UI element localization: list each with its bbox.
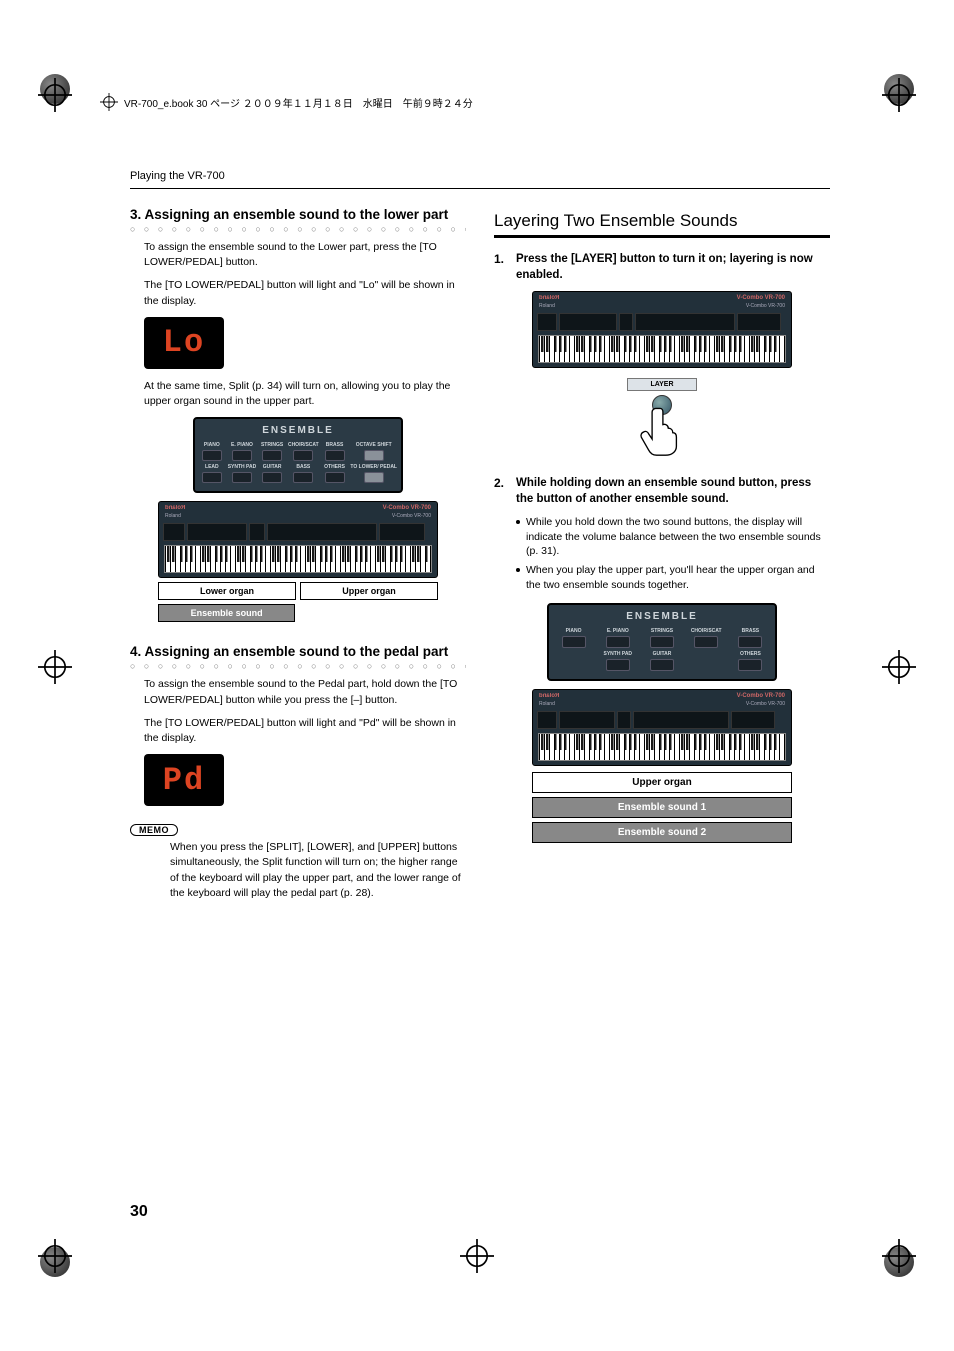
section-rule xyxy=(494,235,830,238)
section-heading: Layering Two Ensemble Sounds xyxy=(494,211,830,231)
dot-rule: ○ ○ ○ ○ ○ ○ ○ ○ ○ ○ ○ ○ ○ ○ ○ ○ ○ ○ ○ ○ … xyxy=(130,224,466,234)
step-number: 2. xyxy=(494,476,508,507)
step-2: 2. While holding down an ensemble sound … xyxy=(494,476,830,507)
left-column: 3. Assigning an ensemble sound to the lo… xyxy=(130,207,466,909)
lower-organ-label: Lower organ xyxy=(158,582,296,600)
paragraph: To assign the ensemble sound to the Peda… xyxy=(144,677,466,707)
registration-mark xyxy=(38,1239,72,1273)
running-head: Playing the VR-700 xyxy=(130,170,830,182)
bullet: When you play the upper part, you'll hea… xyxy=(516,563,830,592)
step4-heading: 4. Assigning an ensemble sound to the pe… xyxy=(130,644,466,659)
model-label: V-Combo VR-700 xyxy=(383,505,431,511)
paragraph: At the same time, Split (p. 34) will tur… xyxy=(144,379,466,409)
segment-text: Lo xyxy=(163,324,205,361)
ensemble-sound-2-label: Ensemble sound 2 xyxy=(532,822,792,843)
ensemble-panel: ENSEMBLE PIANO E. PIANO STRINGS CHOIR/SC… xyxy=(193,417,403,493)
layer-button-label: LAYER xyxy=(627,378,697,391)
header-text: VR-700_e.book 30 ページ ２００９年１１月１８日 水曜日 午前９… xyxy=(124,95,473,110)
page-body: Playing the VR-700 3. Assigning an ensem… xyxy=(130,170,830,909)
ensemble-sound-label: Ensemble sound xyxy=(158,604,295,622)
paragraph: To assign the ensemble sound to the Lowe… xyxy=(144,240,466,270)
step-number: 1. xyxy=(494,252,508,283)
registration-mark xyxy=(882,650,916,684)
memo-text: When you press the [SPLIT], [LOWER], and… xyxy=(170,840,466,901)
page-header: VR-700_e.book 30 ページ ２００９年１１月１８日 水曜日 午前９… xyxy=(100,90,854,114)
step-text: While holding down an ensemble sound but… xyxy=(516,476,830,507)
step-1: 1. Press the [LAYER] button to turn it o… xyxy=(494,252,830,283)
layer-stack-labels: Upper organ Ensemble sound 1 Ensemble so… xyxy=(532,772,792,843)
brand-logo: Roland xyxy=(165,505,185,511)
bullet: While you hold down the two sound button… xyxy=(516,515,830,559)
segment-display-lo: Lo xyxy=(144,317,224,369)
upper-organ-label: Upper organ xyxy=(300,582,438,600)
ensemble-title: ENSEMBLE xyxy=(553,611,771,622)
page-number: 30 xyxy=(130,1203,148,1221)
right-column: Layering Two Ensemble Sounds 1. Press th… xyxy=(494,207,830,909)
registration-mark xyxy=(882,1239,916,1273)
upper-organ-label: Upper organ xyxy=(532,772,792,793)
registration-mark xyxy=(38,78,72,112)
memo-badge: MEMO xyxy=(130,824,178,836)
ensemble-sound-1-label: Ensemble sound 1 xyxy=(532,797,792,818)
registration-mark-small xyxy=(100,93,118,111)
keyboard-graphic: Roland V-Combo VR-700 RolandV-Combo VR-7… xyxy=(532,689,792,766)
keyboard-graphic: Roland V-Combo VR-700 RolandV-Combo VR-7… xyxy=(158,501,438,622)
step-text: Press the [LAYER] button to turn it on; … xyxy=(516,252,830,283)
page: VR-700_e.book 30 ページ ２００９年１１月１８日 水曜日 午前９… xyxy=(0,0,954,1351)
ensemble-panel: ENSEMBLE PIANO E. PIANO STRINGS CHOIR/SC… xyxy=(547,603,777,681)
ensemble-title: ENSEMBLE xyxy=(199,425,397,436)
segment-text: Pd xyxy=(163,762,205,799)
paragraph: The [TO LOWER/PEDAL] button will light a… xyxy=(144,278,466,308)
dot-rule: ○ ○ ○ ○ ○ ○ ○ ○ ○ ○ ○ ○ ○ ○ ○ ○ ○ ○ ○ ○ … xyxy=(130,661,466,671)
rule xyxy=(130,188,830,189)
registration-mark xyxy=(460,1239,494,1273)
registration-mark xyxy=(882,78,916,112)
hand-pointer-icon xyxy=(635,403,689,457)
registration-mark xyxy=(38,650,72,684)
segment-display-pd: Pd xyxy=(144,754,224,806)
ensemble-grid: PIANO E. PIANO STRINGS CHOIR/SCAT BRASS … xyxy=(199,442,397,483)
layer-illustration: Roland V-Combo VR-700 RolandV-Combo VR-7… xyxy=(532,291,792,462)
step3-heading: 3. Assigning an ensemble sound to the lo… xyxy=(130,207,466,222)
paragraph: The [TO LOWER/PEDAL] button will light a… xyxy=(144,716,466,746)
